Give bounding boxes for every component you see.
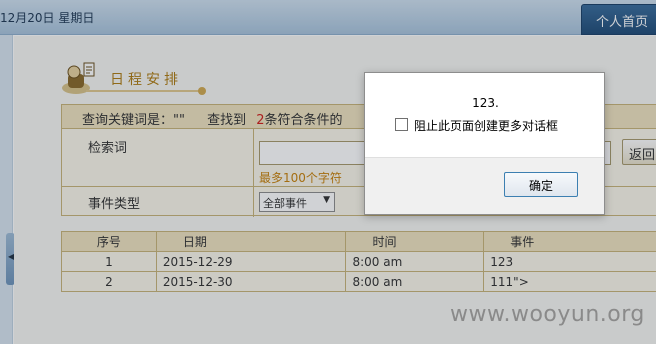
ok-button[interactable]: 确定 bbox=[504, 172, 578, 197]
dialog-footer: 确定 bbox=[365, 157, 604, 214]
watermark: www.wooyun.org bbox=[450, 302, 645, 327]
dialog-message: 123. bbox=[472, 96, 499, 110]
alert-dialog: 123. 阻止此页面创建更多对话框 确定 bbox=[364, 72, 605, 215]
suppress-dialogs-label[interactable]: 阻止此页面创建更多对话框 bbox=[414, 117, 558, 134]
suppress-dialogs-checkbox[interactable] bbox=[395, 118, 408, 131]
